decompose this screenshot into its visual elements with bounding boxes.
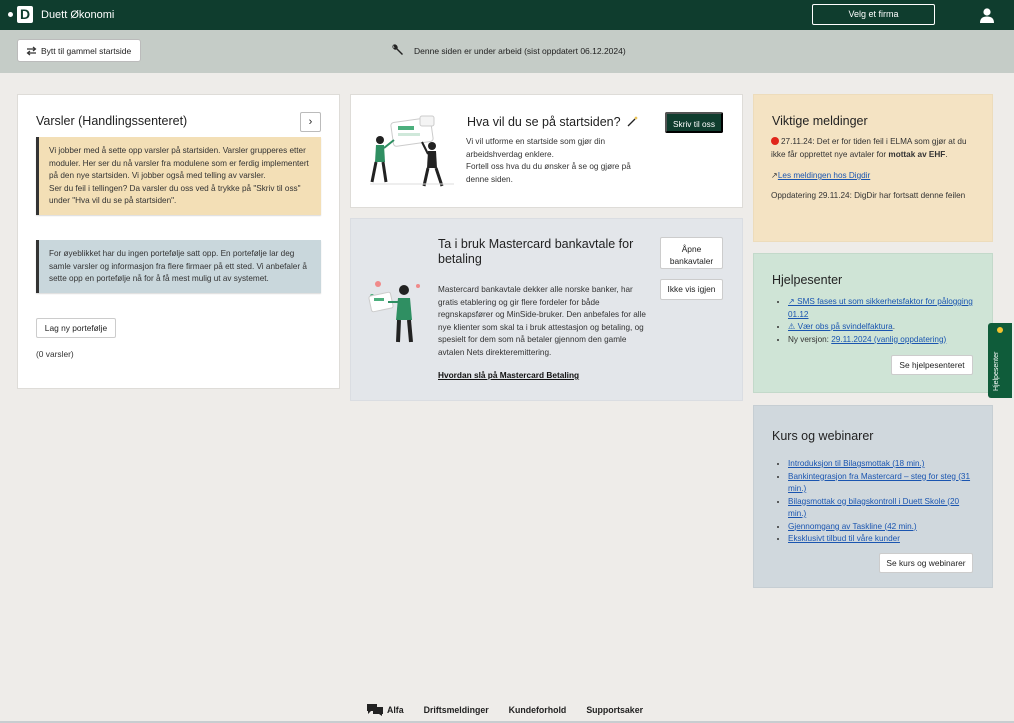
sub-bar: Bytt til gammel startside Denne siden er… <box>0 30 1014 73</box>
footer-item-supportsaker[interactable]: Supportsaker <box>586 704 643 716</box>
course-link[interactable]: Bilagsmottak og bilagskontroll i Duett S… <box>788 497 959 519</box>
list-item: Bilagsmottak og bilagskontroll i Duett S… <box>788 496 978 521</box>
important-message-2: Oppdatering 29.11.24: DigDir har fortsat… <box>771 191 966 200</box>
lightbulb-icon <box>997 327 1003 333</box>
mastercard-howto-link[interactable]: Hvordan slå på Mastercard Betaling <box>438 370 579 380</box>
list-item: Gjennomgang av Taskline (42 min.) <box>788 521 978 534</box>
write-to-us-button[interactable]: Skriv til oss <box>665 112 723 133</box>
see-courses-button[interactable]: Se kurs og webinarer <box>879 553 973 573</box>
course-link[interactable]: Gjennomgang av Taskline (42 min.) <box>788 522 917 531</box>
notification-count: (0 varsler) <box>36 349 74 359</box>
help-link-sms[interactable]: ↗ SMS fases ut som sikkerhetsfaktor for … <box>788 297 973 319</box>
feedback-text: Vi vil utforme en startside som gjør din… <box>466 136 651 186</box>
footer-item-kundeforhold[interactable]: Kundeforhold <box>509 704 567 716</box>
list-item: ↗ SMS fases ut som sikkerhetsfaktor for … <box>788 296 978 321</box>
help-center-side-tab[interactable]: Hjelpesenter <box>988 323 1012 398</box>
footer-nav: Alfa Driftsmeldinger Kundeforhold Suppor… <box>367 704 643 716</box>
brand[interactable]: D Duett Økonomi <box>8 6 114 23</box>
digdir-link[interactable]: Les meldingen hos Digdir <box>778 171 870 180</box>
select-firm-button[interactable]: Velg et firma <box>812 4 935 25</box>
course-link[interactable]: Bankintegrasjon fra Mastercard – steg fo… <box>788 472 970 494</box>
info-note-yellow: Vi jobber med å sette opp varsler på sta… <box>36 137 321 215</box>
top-bar: D Duett Økonomi Velg et firma <box>0 0 1014 30</box>
wrench-icon <box>392 44 403 55</box>
see-help-center-button[interactable]: Se hjelpesenteret <box>891 355 973 375</box>
list-item: Bankintegrasjon fra Mastercard – steg fo… <box>788 471 978 496</box>
feedback-text-1: Vi vil utforme en startside som gjør din… <box>466 137 606 159</box>
user-icon[interactable] <box>979 7 995 23</box>
feedback-title-text: Hva vil du se på startsiden? <box>467 115 621 129</box>
work-in-progress-notice: Denne siden er under arbeid (sist oppdat… <box>391 44 626 57</box>
footer-label: Supportsaker <box>586 705 644 715</box>
feedback-text-2: Fortell oss hva du du ønsker å se og gjø… <box>466 162 631 184</box>
people-illustration <box>370 115 454 187</box>
create-portfolio-button[interactable]: Lag ny portefølje <box>36 318 116 338</box>
list-item: Eksklusivt tilbud til våre kunder <box>788 533 978 546</box>
notifications-title: Varsler (Handlingssenteret) <box>36 114 188 128</box>
mastercard-text: Mastercard bankavtale dekker alle norske… <box>438 285 646 357</box>
mastercard-title: Ta i bruk Mastercard bankavtale for beta… <box>438 237 634 266</box>
footer-label: Alfa <box>387 705 404 715</box>
magic-wand-icon <box>627 116 639 127</box>
chat-bubbles-icon <box>367 704 383 716</box>
important-message-1: 27.11.24: Det er for tiden feil i ELMA s… <box>771 136 976 161</box>
side-tab-label: Hjelpesenter <box>993 351 1000 391</box>
yellow-note-text: Vi jobber med å sette opp varsler på sta… <box>49 146 309 181</box>
notice-text: Denne siden er under arbeid (sist oppdat… <box>414 45 626 56</box>
footer: Alfa Driftsmeldinger Kundeforhold Suppor… <box>0 698 1014 723</box>
woman-illustration <box>368 281 420 343</box>
info-note-blue: For øyeblikket har du ingen portefølje s… <box>36 240 321 293</box>
help-link-version[interactable]: 29.11.2024 (vanlig oppdatering) <box>831 335 946 344</box>
footer-label: Kundeforhold <box>508 705 567 715</box>
help-link-fraud[interactable]: ⚠ Vær obs på svindelfaktura <box>788 322 893 331</box>
important-messages-card: Viktige meldinger <box>753 94 993 242</box>
message-1-end: . <box>945 149 948 159</box>
swap-arrows-icon <box>26 46 37 55</box>
courses-title: Kurs og webinarer <box>772 429 874 443</box>
list-item: Introduksjon til Bilagsmottak (18 min.) <box>788 458 978 471</box>
important-messages-title: Viktige meldinger <box>772 114 868 128</box>
chevron-right-icon[interactable]: › <box>300 112 321 132</box>
help-center-list: ↗ SMS fases ut som sikkerhetsfaktor for … <box>788 296 978 346</box>
yellow-note-text-2: Ser du feil i tellingen? Da varsler du o… <box>49 183 301 206</box>
list-item: ⚠ Vær obs på svindelfaktura. <box>788 321 978 334</box>
switch-button-label: Bytt til gammel startside <box>41 45 132 56</box>
list-item: Ny versjon: 29.11.2024 (vanlig oppdateri… <box>788 334 978 347</box>
blue-note-text: For øyeblikket har du ingen portefølje s… <box>49 249 307 284</box>
footer-item-driftsmeldinger[interactable]: Driftsmeldinger <box>424 704 489 716</box>
footer-item-alfa[interactable]: Alfa <box>367 704 404 716</box>
open-bank-agreements-button[interactable]: Åpne bankavtaler <box>660 237 723 269</box>
new-version-label: Ny versjon: <box>788 334 832 344</box>
red-circle-icon <box>771 137 779 145</box>
dont-show-again-button[interactable]: Ikke vis igjen <box>660 279 723 300</box>
courses-list: Introduksjon til Bilagsmottak (18 min.) … <box>788 458 978 546</box>
feedback-title: Hva vil du se på startsiden? <box>467 115 639 129</box>
duett-logo: D <box>17 6 33 23</box>
course-link[interactable]: Introduksjon til Bilagsmottak (18 min.) <box>788 459 925 468</box>
message-1-bold: mottak av EHF <box>888 149 946 159</box>
course-link[interactable]: Eksklusivt tilbud til våre kunder <box>788 534 900 543</box>
digdir-link-row[interactable]: ↗Les meldingen hos Digdir <box>771 170 870 180</box>
app-name: Duett Økonomi <box>41 8 115 21</box>
switch-to-old-startpage-button[interactable]: Bytt til gammel startside <box>17 39 141 62</box>
external-link-icon: ↗ <box>771 171 778 180</box>
help-center-title: Hjelpesenter <box>772 273 843 287</box>
footer-label: Driftsmeldinger <box>423 705 489 715</box>
brand-dot <box>8 12 13 17</box>
